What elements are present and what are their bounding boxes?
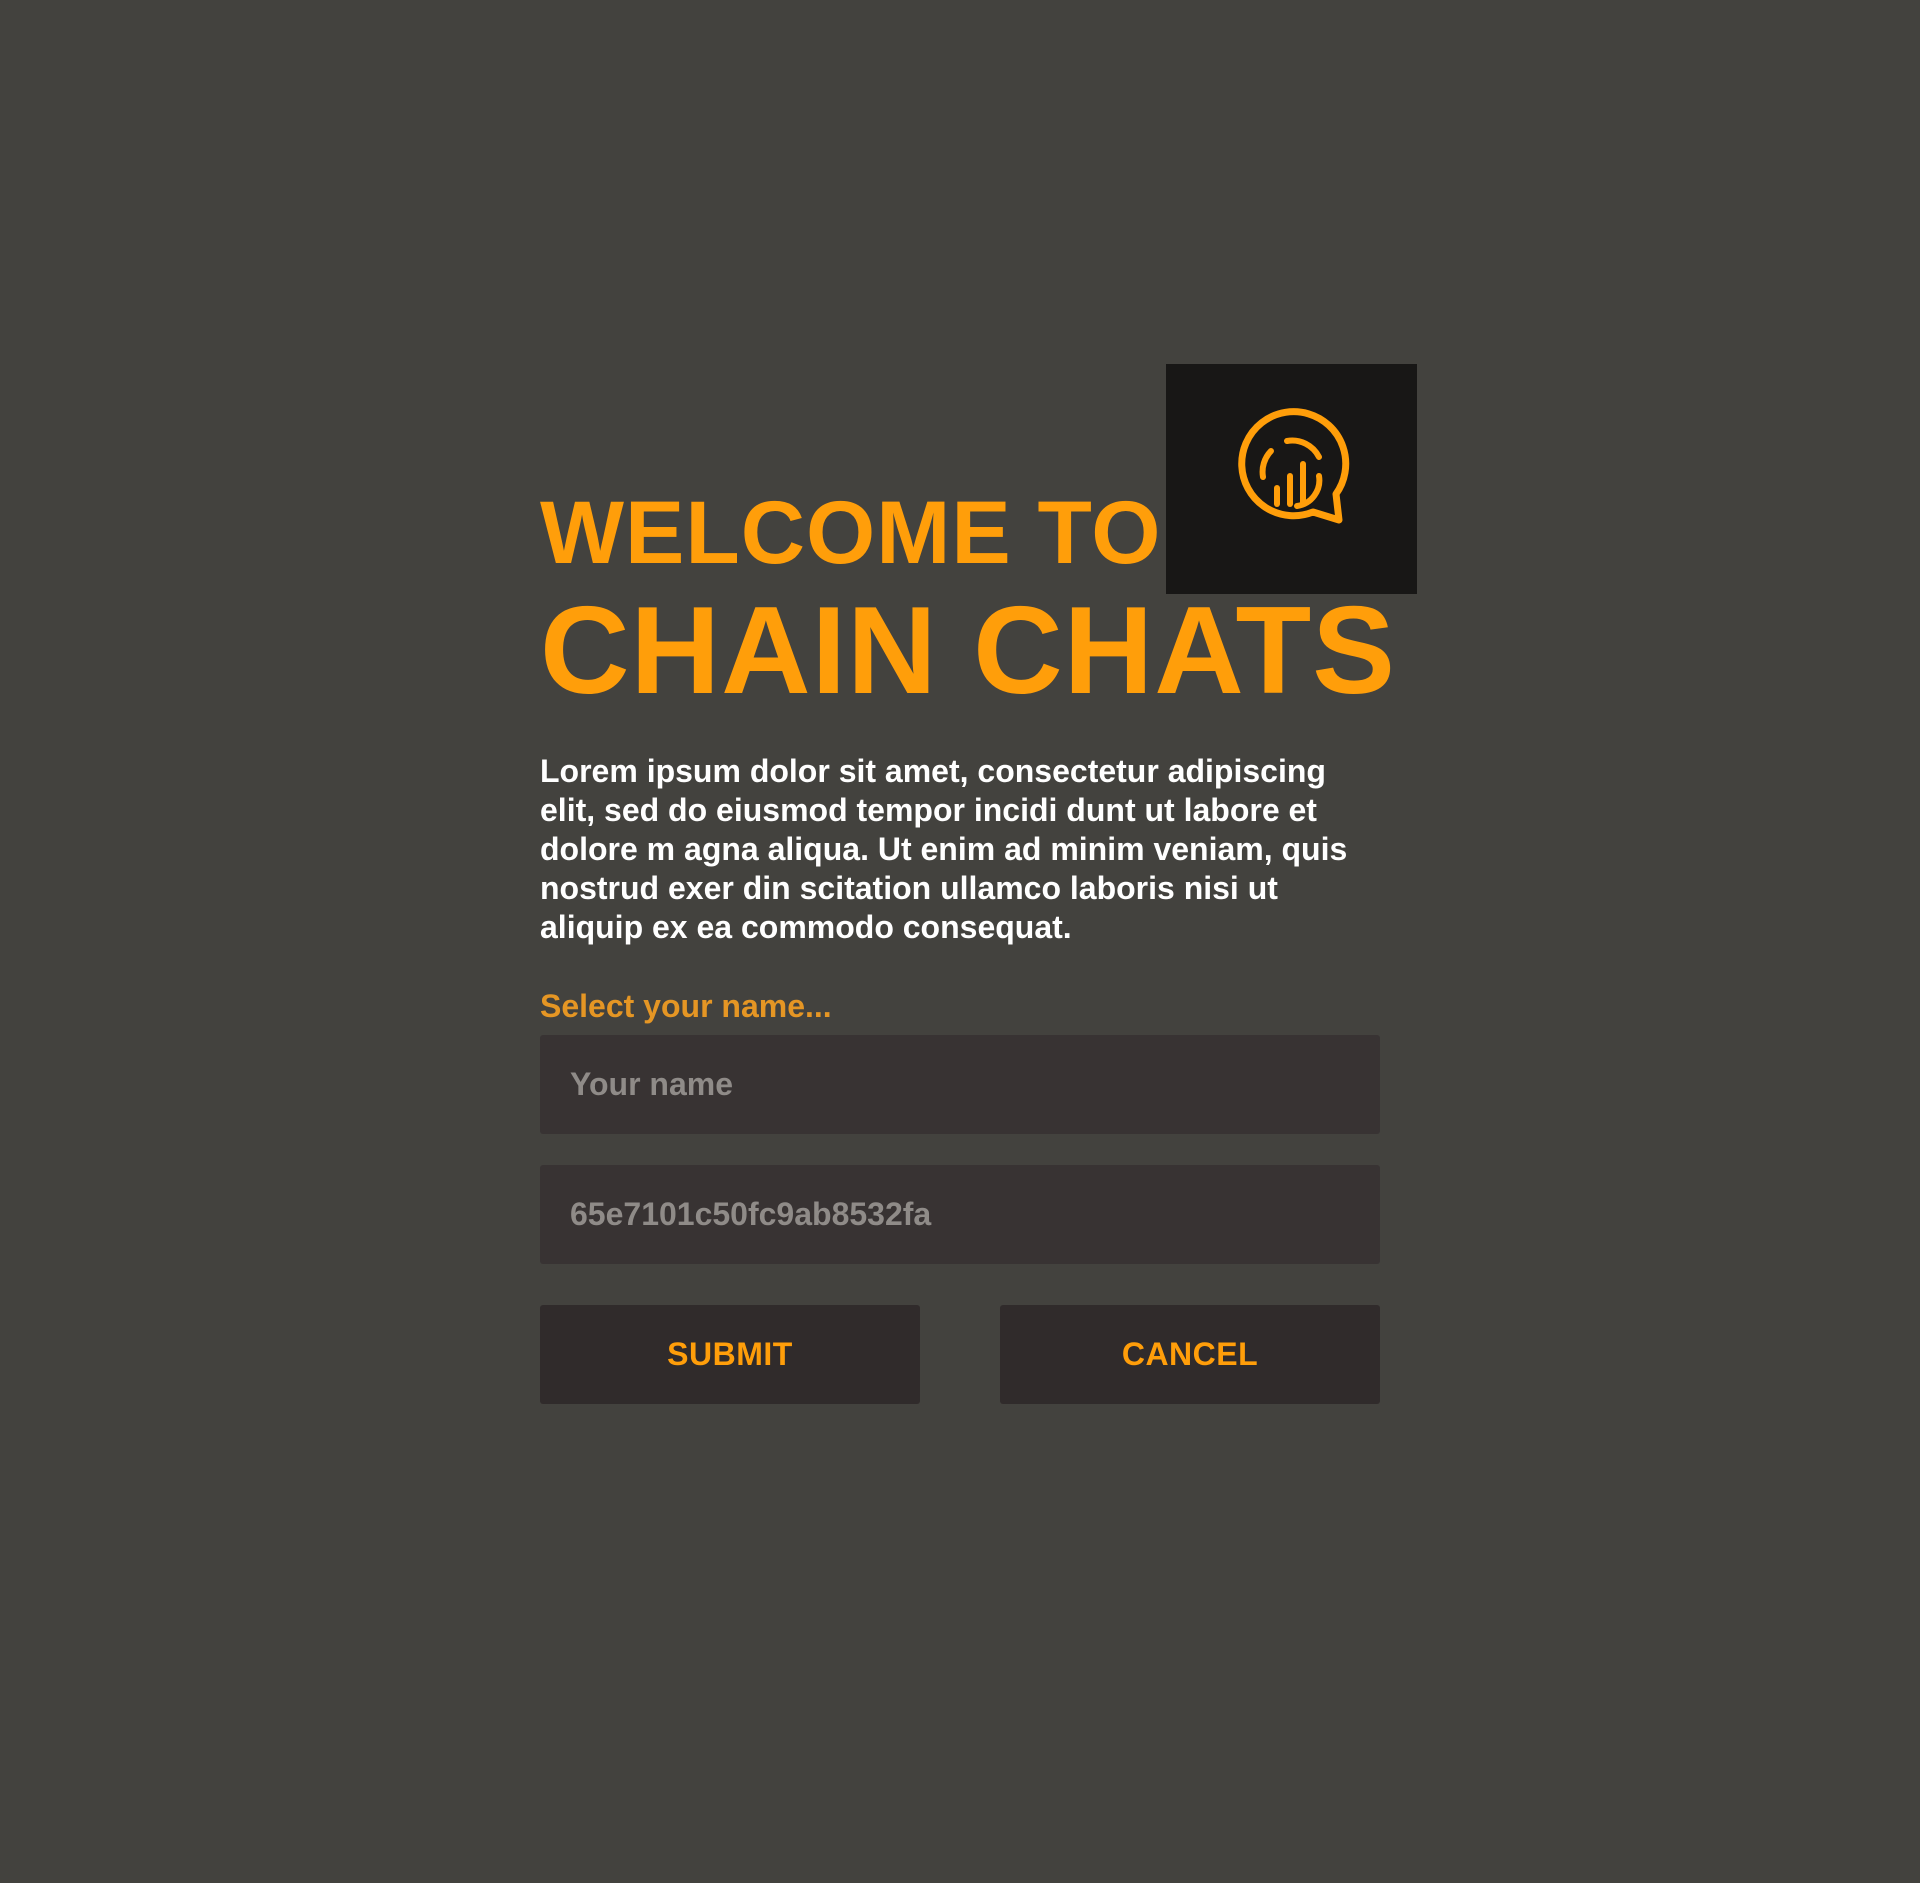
app-title: CHAIN CHATS: [540, 582, 1396, 720]
welcome-description: Lorem ipsum dolor sit amet, consectetur …: [540, 753, 1348, 945]
welcome-heading: WELCOME TO: [540, 482, 1162, 582]
user-id-field[interactable]: [540, 1165, 1380, 1264]
name-select-label: Select your name...: [540, 988, 832, 1024]
chat-bubble-chart-icon: [1237, 408, 1349, 524]
name-input[interactable]: [540, 1035, 1380, 1134]
submit-button[interactable]: SUBMIT: [540, 1305, 920, 1404]
app-logo: [1166, 364, 1417, 594]
cancel-button[interactable]: CANCEL: [1000, 1305, 1380, 1404]
